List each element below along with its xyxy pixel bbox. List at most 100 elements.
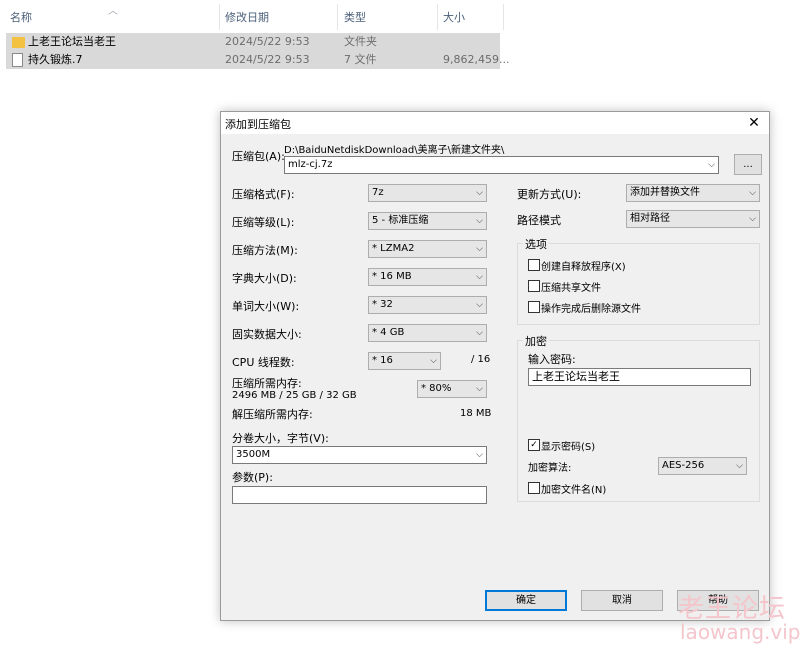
chevron-down-icon: ⌵ <box>476 188 483 198</box>
sort-up-icon[interactable]: ︿ <box>108 2 118 17</box>
encrypt-names-checkbox[interactable] <box>528 482 540 494</box>
mem-decomp-value: 18 MB <box>460 408 492 419</box>
dict-label: 字典大小(D): <box>232 272 297 285</box>
split-label: 分卷大小，字节(V): <box>232 432 329 445</box>
update-combo[interactable]: 添加并替换文件 ⌵ <box>626 184 760 202</box>
chevron-down-icon[interactable]: ⌵ <box>708 157 715 173</box>
update-label: 更新方式(U): <box>517 188 582 201</box>
file-date: 2024/5/22 9:53 <box>225 53 310 66</box>
chevron-down-icon: ⌵ <box>476 450 483 460</box>
file-name: 上老王论坛当老王 <box>28 35 116 48</box>
level-value: 5 - 标准压缩 <box>372 215 429 226</box>
column-header-name[interactable]: 名称 <box>10 8 32 28</box>
cpu-label: CPU 线程数: <box>232 356 295 369</box>
archive-name-value: mlz-cj.7z <box>288 159 333 170</box>
file-date: 2024/5/22 9:53 <box>225 35 310 48</box>
browse-button[interactable]: ... <box>734 154 762 175</box>
mem-comp-label: 压缩所需内存: <box>232 377 302 390</box>
path-value: 相对路径 <box>630 213 670 224</box>
mem-percent-combo[interactable]: * 80% ⌵ <box>417 380 487 398</box>
mem-percent-value: * 80% <box>421 383 452 394</box>
chevron-down-icon: ⌵ <box>749 214 756 224</box>
enc-method-value: AES-256 <box>662 460 705 471</box>
watermark-url: laowang.vip <box>680 620 800 644</box>
chevron-down-icon: ⌵ <box>736 461 743 471</box>
split-combo[interactable]: 3500M ⌵ <box>232 446 487 464</box>
chevron-down-icon: ⌵ <box>476 384 483 394</box>
dict-combo[interactable]: * 16 MB ⌵ <box>368 268 487 286</box>
shared-label[interactable]: 压缩共享文件 <box>541 279 601 294</box>
file-row-folder[interactable]: 上老王论坛当老王 2024/5/22 9:53 文件夹 <box>6 33 500 51</box>
title-bar[interactable]: 添加到压缩包 ✕ <box>221 112 769 134</box>
format-combo[interactable]: 7z ⌵ <box>368 184 487 202</box>
solid-label: 固实数据大小: <box>232 328 302 341</box>
enc-method-label: 加密算法: <box>528 463 572 474</box>
dict-value: * 16 MB <box>372 271 412 282</box>
method-label: 压缩方法(M): <box>232 244 298 257</box>
solid-value: * 4 GB <box>372 327 405 338</box>
chevron-down-icon: ⌵ <box>476 272 483 282</box>
sfx-checkbox[interactable] <box>528 259 540 271</box>
show-password-checkbox[interactable]: ✓ <box>528 439 540 451</box>
password-input[interactable]: 上老王论坛当老王 <box>528 368 751 386</box>
cpu-combo[interactable]: * 16 ⌵ <box>368 352 441 370</box>
archive-label: 压缩包(A): <box>232 150 285 163</box>
encrypt-names-label[interactable]: 加密文件名(N) <box>541 481 606 496</box>
format-label: 压缩格式(F): <box>232 188 295 201</box>
options-title: 选项 <box>523 236 549 252</box>
update-value: 添加并替换文件 <box>630 187 700 198</box>
method-combo[interactable]: * LZMA2 ⌵ <box>368 240 487 258</box>
level-combo[interactable]: 5 - 标准压缩 ⌵ <box>368 212 487 230</box>
archive-name-combo[interactable]: mlz-cj.7z ⌵ <box>284 156 719 174</box>
mem-comp-value: 2496 MB / 25 GB / 32 GB <box>232 390 357 401</box>
chevron-down-icon: ⌵ <box>749 188 756 198</box>
format-value: 7z <box>372 187 384 198</box>
params-input[interactable] <box>232 486 487 504</box>
chevron-down-icon: ⌵ <box>430 356 437 366</box>
column-divider[interactable] <box>503 4 504 30</box>
word-label: 单词大小(W): <box>232 300 300 313</box>
dialog-title: 添加到压缩包 <box>225 118 291 131</box>
cpu-total: / 16 <box>471 354 491 365</box>
sfx-label[interactable]: 创建自释放程序(X) <box>541 258 626 273</box>
path-combo[interactable]: 相对路径 ⌵ <box>626 210 760 228</box>
delete-checkbox[interactable] <box>528 301 540 313</box>
password-label: 输入密码: <box>528 353 576 366</box>
enc-method-combo[interactable]: AES-256 ⌵ <box>658 457 747 475</box>
method-value: * LZMA2 <box>372 243 415 254</box>
column-header-size[interactable]: 大小 <box>443 8 465 28</box>
shared-checkbox[interactable] <box>528 280 540 292</box>
file-size: 9,862,459... <box>443 53 510 66</box>
column-divider[interactable] <box>219 4 220 30</box>
delete-label[interactable]: 操作完成后删除源文件 <box>541 300 641 315</box>
file-row-file[interactable]: 持久锻炼.7 2024/5/22 9:53 7 文件 9,862,459... <box>6 51 509 69</box>
options-group: 选项 创建自释放程序(X) 压缩共享文件 操作完成后删除源文件 <box>517 236 760 325</box>
mem-decomp-label: 解压缩所需内存: <box>232 408 313 421</box>
file-name: 持久锻炼.7 <box>28 53 83 66</box>
column-divider[interactable] <box>337 4 338 30</box>
encryption-title: 加密 <box>523 333 549 349</box>
solid-combo[interactable]: * 4 GB ⌵ <box>368 324 487 342</box>
chevron-down-icon: ⌵ <box>476 328 483 338</box>
cancel-button[interactable]: 取消 <box>581 590 663 611</box>
file-type: 文件夹 <box>344 35 377 48</box>
column-header-type[interactable]: 类型 <box>344 8 366 28</box>
show-password-label[interactable]: 显示密码(S) <box>541 438 595 453</box>
file-icon <box>12 53 23 67</box>
close-icon[interactable]: ✕ <box>745 114 763 132</box>
add-to-archive-dialog: 添加到压缩包 ✕ 压缩包(A): D:\BaiduNetdiskDownload… <box>220 111 770 621</box>
word-combo[interactable]: * 32 ⌵ <box>368 296 487 314</box>
file-explorer: ︿ 名称 修改日期 类型 大小 上老王论坛当老王 2024/5/22 9:53 … <box>0 0 800 110</box>
path-label: 路径模式 <box>517 214 561 227</box>
file-type: 7 文件 <box>344 53 377 66</box>
column-header-date[interactable]: 修改日期 <box>225 8 269 28</box>
ok-button[interactable]: 确定 <box>485 590 567 611</box>
params-label: 参数(P): <box>232 471 273 484</box>
column-divider[interactable] <box>437 4 438 30</box>
split-value: 3500M <box>236 449 271 460</box>
folder-icon <box>12 37 25 48</box>
cpu-value: * 16 <box>372 355 393 366</box>
word-value: * 32 <box>372 299 393 310</box>
chevron-down-icon: ⌵ <box>476 216 483 226</box>
chevron-down-icon: ⌵ <box>476 244 483 254</box>
